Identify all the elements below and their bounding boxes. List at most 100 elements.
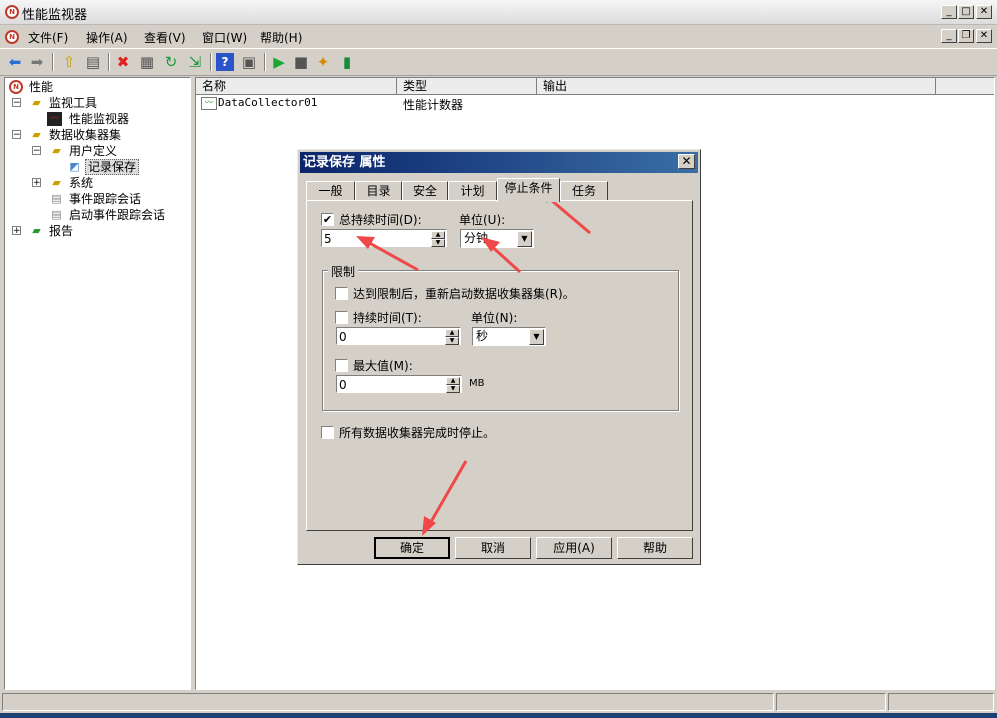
latest-report-icon[interactable]: ✦ (314, 53, 332, 71)
chevron-down-icon[interactable]: ▼ (517, 231, 532, 247)
overall-duration-checkbox[interactable]: ✔ (321, 213, 334, 226)
stop-icon[interactable]: ■ (292, 53, 310, 71)
restart-checkbox[interactable] (335, 287, 348, 300)
tree-label-selected: 记录保存 (85, 159, 140, 175)
overall-duration-stepper[interactable]: ▲ ▼ (321, 229, 447, 247)
spin-buttons: ▲ ▼ (445, 329, 459, 345)
stop-all-checkbox[interactable] (321, 426, 334, 439)
menu-file[interactable]: 文件(F) (28, 29, 68, 46)
toolbar-separator (264, 53, 266, 71)
column-header-type[interactable]: 类型 (397, 78, 537, 95)
folder-system-icon: ▰ (52, 176, 61, 189)
duration-input[interactable] (339, 329, 443, 344)
max-size-checkbox[interactable] (335, 359, 348, 372)
unit2-label: 单位(N): (471, 311, 518, 325)
pane-icon[interactable]: ▣ (240, 53, 258, 71)
close-window-button[interactable]: ✕ (976, 5, 992, 19)
reports-icon: ▰ (32, 224, 41, 237)
start-icon[interactable]: ▶ (270, 53, 288, 71)
tab-directory[interactable]: 目录 (355, 181, 402, 201)
cancel-button[interactable]: 取消 (455, 537, 531, 559)
spin-down-icon[interactable]: ▼ (446, 385, 460, 393)
menu-help[interactable]: 帮助(H) (260, 29, 302, 46)
unit-select-value: 分钟 (464, 231, 489, 245)
max-size-unit: MB (469, 378, 485, 389)
export-list-icon[interactable]: ⇲ (186, 53, 204, 71)
row-name: DataCollector01 (218, 96, 318, 109)
toolbar: ⬅ ➡ ⇧ ▤ ✖ ▦ ↻ ⇲ ? ▣ ▶ ■ ✦ ▮ (0, 48, 997, 76)
column-header-name[interactable]: 名称 (196, 78, 397, 95)
window-title-bar: N 性能监视器 _ □ ✕ (0, 0, 997, 25)
folder-user-icon: ▰ (52, 144, 61, 157)
spin-down-icon[interactable]: ▼ (445, 337, 459, 345)
duration-stepper[interactable]: ▲ ▼ (336, 327, 461, 345)
max-size-stepper[interactable]: ▲ ▼ (336, 375, 462, 393)
tab-general[interactable]: 一般 (306, 181, 355, 201)
collapse-icon[interactable]: − (12, 98, 21, 108)
delete-icon[interactable]: ✖ (114, 53, 132, 71)
collector-set-icon: ◩ (69, 160, 80, 173)
tree-label: 用户定义 (69, 144, 118, 158)
forward-arrow-icon[interactable]: ➡ (28, 53, 46, 71)
column-header-filler (936, 78, 994, 95)
save-template-icon[interactable]: ▮ (338, 53, 356, 71)
child-close-button[interactable]: ✕ (976, 29, 992, 43)
spin-up-icon[interactable]: ▲ (446, 377, 460, 385)
status-cell (776, 693, 886, 711)
spin-buttons: ▲ ▼ (431, 231, 445, 247)
up-folder-icon[interactable]: ⇧ (60, 53, 78, 71)
column-header-output[interactable]: 输出 (537, 78, 936, 95)
spin-up-icon[interactable]: ▲ (445, 329, 459, 337)
tree-label: 启动事件跟踪会话 (69, 208, 166, 222)
unit2-select[interactable]: 秒 ▼ (472, 327, 546, 346)
minimize-button[interactable]: _ (941, 5, 957, 19)
tree-label: 性能监视器 (69, 112, 130, 126)
menu-view[interactable]: 查看(V) (144, 29, 186, 46)
tab-task[interactable]: 任务 (560, 181, 608, 201)
spin-up-icon[interactable]: ▲ (431, 231, 445, 239)
maximize-button[interactable]: □ (958, 5, 974, 19)
unit-select[interactable]: 分钟 ▼ (460, 229, 534, 248)
back-arrow-icon[interactable]: ⬅ (6, 53, 24, 71)
monitor-chart-icon: 〰 (47, 112, 62, 126)
tab-schedule[interactable]: 计划 (448, 181, 497, 201)
collapse-icon[interactable]: − (12, 130, 21, 140)
menu-action[interactable]: 操作(A) (86, 29, 128, 46)
tree-label: 性能 (29, 80, 54, 94)
dialog-close-button[interactable]: ✕ (678, 154, 695, 169)
tree-label: 监视工具 (49, 96, 98, 110)
mdi-child-icon[interactable]: N (5, 30, 19, 44)
chevron-down-icon[interactable]: ▼ (529, 329, 544, 345)
help-icon[interactable]: ? (216, 53, 234, 71)
tab-stop-condition[interactable]: 停止条件 (497, 178, 560, 202)
folder-dcs-icon: ▰ (32, 128, 41, 141)
spin-down-icon[interactable]: ▼ (431, 239, 445, 247)
menu-window[interactable]: 窗口(W) (202, 29, 247, 46)
properties-icon[interactable]: ▦ (138, 53, 156, 71)
help-button[interactable]: 帮助 (617, 537, 693, 559)
max-size-input[interactable] (339, 377, 443, 392)
status-cell (888, 693, 994, 711)
perf-root-icon: N (9, 80, 23, 94)
duration-checkbox[interactable] (335, 311, 348, 324)
child-restore-button[interactable]: ❐ (958, 29, 974, 43)
max-size-label: 最大值(M): (353, 359, 413, 373)
expand-icon[interactable]: + (12, 226, 21, 236)
table-row[interactable]: 〰 DataCollector01 性能计数器 (196, 96, 992, 112)
expand-icon[interactable]: + (32, 178, 41, 188)
apply-button[interactable]: 应用(A) (536, 537, 612, 559)
overall-duration-label: 总持续时间(D): (339, 213, 422, 227)
child-minimize-button[interactable]: _ (941, 29, 957, 43)
unit2-select-value: 秒 (476, 329, 489, 343)
taskbar-edge (0, 713, 997, 718)
tree-label: 报告 (49, 224, 74, 238)
ok-button[interactable]: 确定 (374, 537, 450, 559)
properties-dialog: 记录保存 属性 ✕ 一般 目录 安全 计划 停止条件 任务 ✔ 总持续时间(D)… (297, 149, 701, 565)
collapse-icon[interactable]: − (32, 146, 41, 156)
show-hide-tree-icon[interactable]: ▤ (84, 53, 102, 71)
limits-group-label: 限制 (328, 263, 359, 280)
overall-duration-input[interactable] (324, 231, 428, 246)
toolbar-separator (210, 53, 212, 71)
tab-security[interactable]: 安全 (402, 181, 448, 201)
refresh-icon[interactable]: ↻ (162, 53, 180, 71)
